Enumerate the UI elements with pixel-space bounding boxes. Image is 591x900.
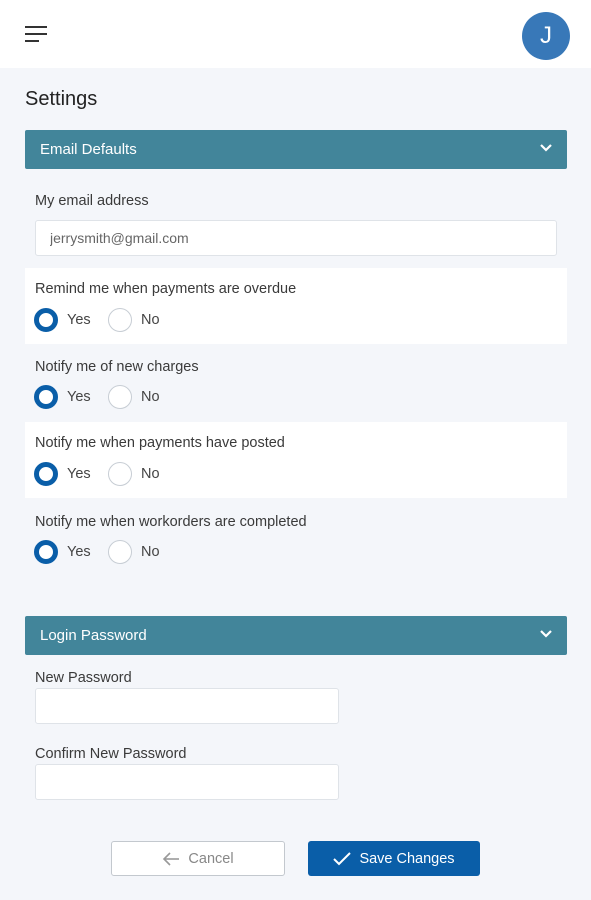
payments-posted-label: Notify me when payments have posted	[35, 435, 285, 451]
save-label: Save Changes	[359, 850, 455, 867]
chevron-down-icon	[540, 144, 552, 152]
hamburger-menu-icon[interactable]	[25, 25, 50, 45]
cancel-button[interactable]: Cancel	[111, 841, 285, 876]
avatar[interactable]: J	[522, 12, 570, 60]
new-charges-label: Notify me of new charges	[35, 359, 199, 375]
overdue-no-radio[interactable]: No	[108, 308, 160, 332]
email-defaults-title: Email Defaults	[40, 141, 137, 158]
confirm-password-field[interactable]	[35, 764, 339, 800]
payments-posted-row	[25, 422, 567, 498]
top-bar: J	[0, 0, 591, 68]
chevron-down-icon	[540, 630, 552, 638]
login-password-title: Login Password	[40, 627, 147, 644]
overdue-label: Remind me when payments are overdue	[35, 281, 297, 297]
overdue-yes-radio[interactable]: Yes	[34, 308, 91, 332]
checkmark-icon	[333, 851, 352, 865]
page-title: Settings	[25, 88, 98, 110]
cancel-label: Cancel	[188, 850, 234, 867]
workorders-label: Notify me when workorders are completed	[35, 514, 307, 530]
email-label: My email address	[35, 193, 149, 209]
email-defaults-header[interactable]: Email Defaults	[25, 130, 567, 169]
payments-posted-yes-radio[interactable]: Yes	[34, 462, 91, 486]
arrow-left-icon	[163, 851, 180, 866]
workorders-no-radio[interactable]: No	[108, 540, 160, 564]
login-password-header[interactable]: Login Password	[25, 616, 567, 655]
new-password-label: New Password	[35, 670, 132, 686]
new-charges-yes-radio[interactable]: Yes	[34, 385, 91, 409]
workorders-yes-radio[interactable]: Yes	[34, 540, 91, 564]
email-field[interactable]	[35, 220, 557, 256]
confirm-password-label: Confirm New Password	[35, 746, 187, 762]
new-charges-no-radio[interactable]: No	[108, 385, 160, 409]
overdue-row	[25, 268, 567, 344]
payments-posted-no-radio[interactable]: No	[108, 462, 160, 486]
new-password-field[interactable]	[35, 688, 339, 724]
save-changes-button[interactable]: Save Changes	[308, 841, 480, 876]
